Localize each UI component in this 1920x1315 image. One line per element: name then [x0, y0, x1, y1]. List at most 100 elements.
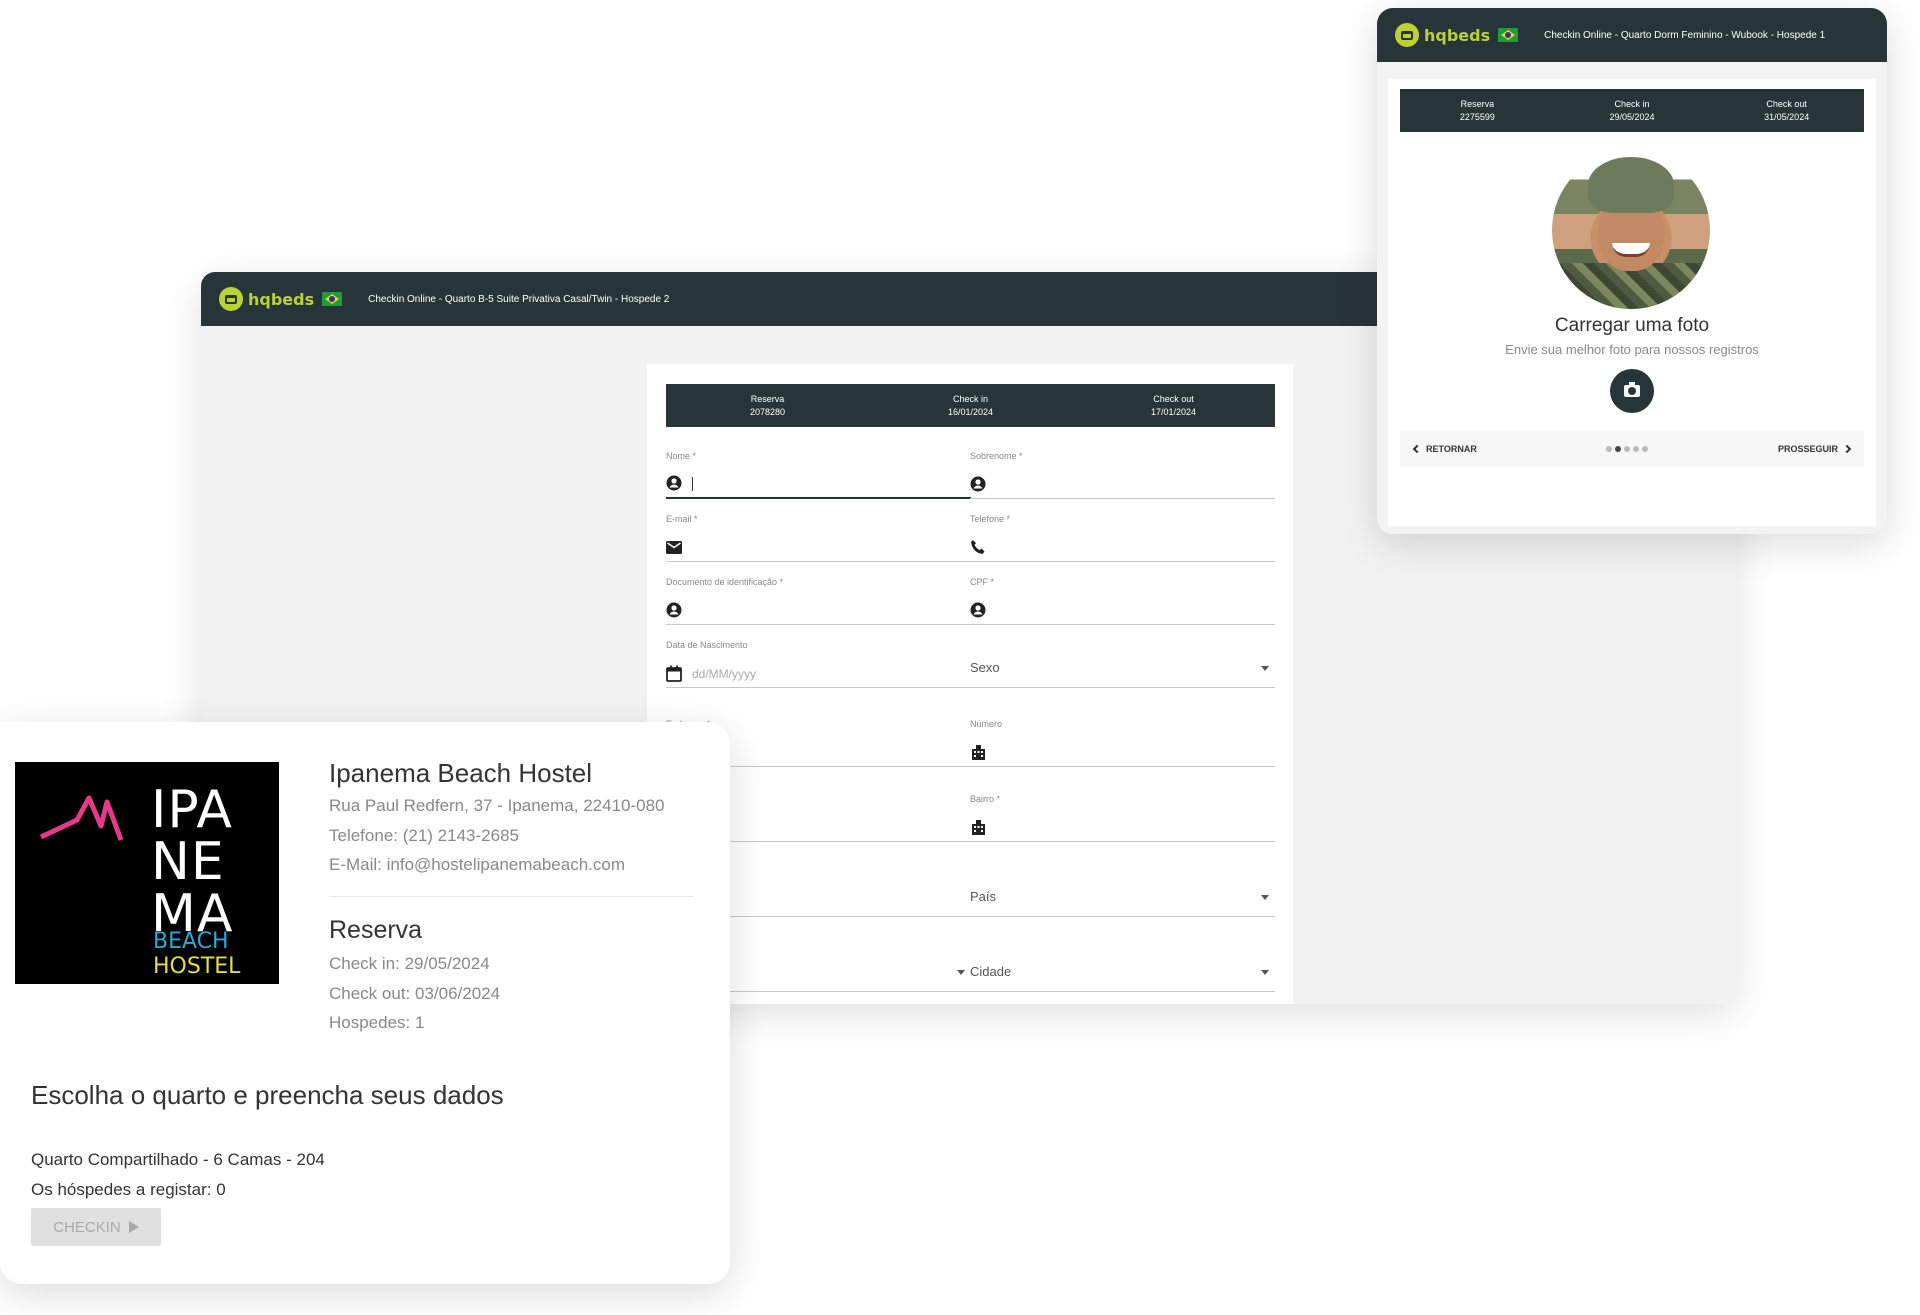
step-dot [1624, 446, 1631, 452]
documento-label: Documento de identificação * [666, 577, 784, 587]
photo-checkin-window: hqbeds Checkin Online - Quarto Dorm Femi… [1377, 8, 1887, 534]
right-window-title: Checkin Online - Quarto Dorm Feminino - … [1544, 29, 1826, 41]
logo-line-1: IPA [151, 780, 233, 840]
phone-icon [970, 539, 986, 555]
logo-hostel: HOSTEL [153, 954, 241, 979]
guest-form-card: Reserva 2078280 Check in 16/01/2024 Chec… [647, 364, 1293, 1004]
building-icon [970, 819, 986, 835]
bed-icon [1395, 23, 1419, 47]
chevron-down-icon [1261, 970, 1269, 975]
summary-checkout: Check out 17/01/2024 [1150, 393, 1197, 417]
sexo-select[interactable]: Sexo [970, 640, 1275, 688]
cidade-label: Cidade [970, 964, 1012, 979]
chevron-down-icon [957, 970, 965, 975]
telefone-field[interactable]: Telefone * [970, 514, 1275, 562]
brazil-flag-icon[interactable] [322, 292, 343, 306]
cpf-field[interactable]: CPF * [970, 577, 1275, 625]
mail-icon [666, 539, 682, 555]
right-topbar: hqbeds Checkin Online - Quarto Dorm Femi… [1377, 8, 1887, 62]
reservation-summary: Reserva 2078280 Check in 16/01/2024 Chec… [666, 384, 1275, 427]
reservation-guests: Hospedes: 1 [329, 1013, 425, 1032]
pais-label: País [970, 889, 997, 904]
summary-checkin: Check in 16/01/2024 [947, 393, 994, 417]
main-window-title: Checkin Online - Quarto B-5 Suite Privat… [368, 293, 670, 305]
nascimento-field[interactable]: Data de Nascimento dd/MM/yyyy [666, 640, 971, 688]
checkin-button[interactable]: CHECKIN [31, 1208, 161, 1246]
reservation-summary: Reserva 2275599 Check in 29/05/2024 Chec… [1400, 89, 1864, 132]
camera-icon [1624, 382, 1640, 397]
next-button[interactable]: PROSSEGUIR [1777, 444, 1852, 454]
chevron-down-icon [1261, 666, 1269, 671]
back-button[interactable]: RETORNAR [1412, 444, 1477, 454]
bairro-field[interactable]: Bairro * [970, 794, 1275, 842]
photo-title: Carregar uma foto [1554, 315, 1710, 336]
summary-checkout: Check out 31/05/2024 [1764, 98, 1810, 122]
nome-label: Nome * [666, 451, 697, 461]
building-icon [970, 744, 986, 760]
summary-checkin: Check in 29/05/2024 [1609, 98, 1655, 122]
text-cursor [692, 477, 693, 491]
brand-name: hqbeds [1424, 25, 1491, 45]
logo-beach: BEACH [153, 929, 229, 954]
chevron-left-icon [1412, 444, 1422, 454]
brazil-flag-icon[interactable] [1498, 28, 1519, 42]
checkin-label: CHECKIN [53, 1218, 121, 1236]
person-icon [970, 476, 986, 492]
pais-select[interactable]: País [970, 869, 1275, 917]
nascimento-label: Data de Nascimento [666, 640, 748, 650]
hqbeds-logo: hqbeds [219, 287, 314, 311]
cpf-label: CPF * [970, 577, 995, 587]
step-dot [1642, 446, 1649, 452]
brand-name: hqbeds [248, 289, 315, 309]
bed-icon [219, 287, 243, 311]
mountain-logo-icon [39, 795, 124, 841]
person-icon [666, 602, 682, 618]
next-label: PROSSEGUIR [1777, 444, 1838, 454]
hostel-name: Ipanema Beach Hostel [329, 758, 593, 788]
reservation-checkout: Check out: 03/06/2024 [329, 984, 501, 1003]
photo-subtitle: Envie sua melhor foto para nossos regist… [1505, 342, 1759, 357]
documento-field[interactable]: Documento de identificação * [666, 577, 971, 625]
camera-button[interactable] [1610, 369, 1654, 413]
cidade-select[interactable]: Cidade [970, 944, 1275, 992]
person-icon [970, 602, 986, 618]
sobrenome-label: Sobrenome * [970, 451, 1023, 461]
logo-line-2: NE [151, 832, 225, 892]
hostel-address: Rua Paul Redfern, 37 - Ipanema, 22410-08… [329, 796, 665, 815]
numero-label: Número [970, 719, 1003, 729]
step-dot [1606, 446, 1613, 452]
step-dot [1633, 446, 1640, 452]
back-label: RETORNAR [1426, 444, 1477, 454]
room-name[interactable]: Quarto Compartilhado - 6 Camas - 204 [31, 1150, 325, 1170]
step-dot-active [1615, 446, 1622, 452]
person-icon [666, 475, 682, 491]
wizard-navigation: RETORNAR PROSSEGUIR [1400, 431, 1864, 467]
hostel-booking-card: IPA NE MA BEACH HOSTEL Ipanema Beach Hos… [0, 722, 730, 1284]
nascimento-placeholder: dd/MM/yyyy [692, 667, 757, 681]
summary-reserva: Reserva 2078280 [749, 393, 786, 417]
sexo-label: Sexo [970, 660, 1000, 675]
hqbeds-logo: hqbeds [1395, 23, 1490, 47]
choose-room-title: Escolha o quarto e preencha seus dados [31, 1080, 504, 1110]
numero-field[interactable]: Número [970, 719, 1275, 767]
hostel-phone: Telefone: (21) 2143-2685 [329, 826, 519, 845]
step-indicator [1606, 446, 1649, 452]
photo-upload-card: Reserva 2275599 Check in 29/05/2024 Chec… [1388, 79, 1876, 526]
guests-to-register: Os hóspedes a registar: 0 [31, 1180, 226, 1199]
reservation-title: Reserva [329, 916, 423, 944]
calendar-icon [666, 665, 682, 682]
bairro-label: Bairro * [970, 794, 1001, 804]
ipanema-hostel-logo: IPA NE MA BEACH HOSTEL [15, 762, 279, 984]
email-field[interactable]: E-mail * [666, 514, 971, 562]
reservation-checkin: Check in: 29/05/2024 [329, 954, 490, 973]
chevron-down-icon [1261, 895, 1269, 900]
hostel-email: E-Mail: info@hostelipanemabeach.com [329, 855, 626, 874]
guest-photo [1552, 151, 1710, 309]
chevron-right-icon [1842, 444, 1852, 454]
nome-field[interactable]: Nome * [666, 451, 971, 499]
divider [329, 896, 694, 897]
sobrenome-field[interactable]: Sobrenome * [970, 451, 1275, 499]
summary-reserva: Reserva 2275599 [1459, 98, 1495, 122]
email-label: E-mail * [666, 514, 698, 524]
play-icon [128, 1221, 139, 1233]
